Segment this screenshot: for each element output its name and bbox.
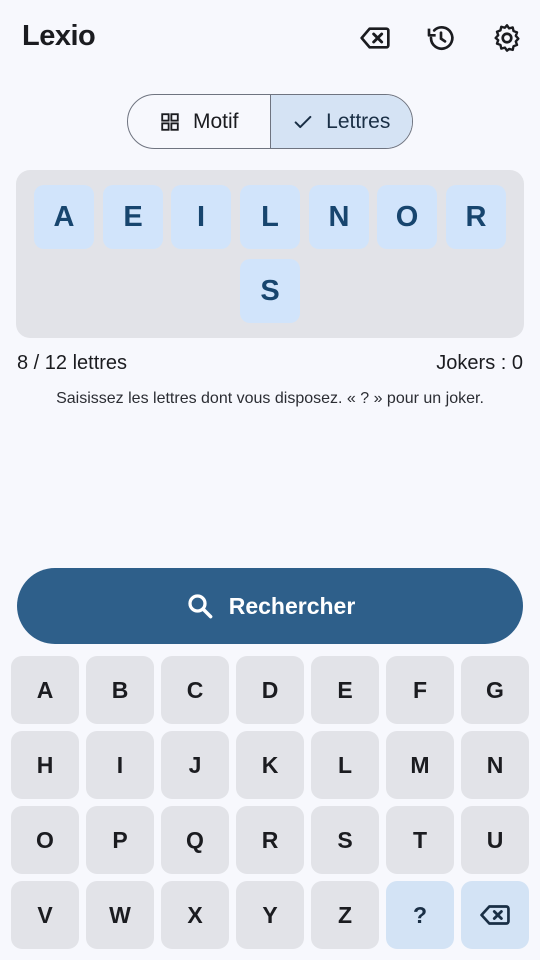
key-a[interactable]: A (11, 656, 79, 724)
search-icon (188, 594, 213, 619)
top-app-bar: Lexio (0, 0, 540, 76)
key-w[interactable]: W (86, 881, 154, 949)
key-p[interactable]: P (86, 806, 154, 874)
key-i[interactable]: I (86, 731, 154, 799)
tab-motif[interactable]: Motif (128, 95, 270, 148)
check-icon (294, 115, 312, 128)
key-g[interactable]: G (461, 656, 529, 724)
on-screen-keyboard: A B C D E F G H I J K L M N O P Q R S T … (10, 655, 530, 951)
history-button[interactable] (422, 19, 460, 57)
backspace-icon (480, 905, 510, 925)
tab-lettres-label: Lettres (326, 109, 391, 133)
app-title: Lexio (22, 20, 96, 52)
key-f[interactable]: F (386, 656, 454, 724)
key-t[interactable]: T (386, 806, 454, 874)
key-h[interactable]: H (11, 731, 79, 799)
key-m[interactable]: M (386, 731, 454, 799)
letter-tile[interactable]: A (34, 185, 94, 249)
letter-tile[interactable]: N (309, 185, 369, 249)
key-k[interactable]: K (236, 731, 304, 799)
key-d[interactable]: D (236, 656, 304, 724)
key-x[interactable]: X (161, 881, 229, 949)
key-y[interactable]: Y (236, 881, 304, 949)
tab-motif-label: Motif (192, 109, 239, 133)
joker-count: Jokers : 0 (436, 352, 523, 374)
key-s[interactable]: S (311, 806, 379, 874)
key-n[interactable]: N (461, 731, 529, 799)
key-r[interactable]: R (236, 806, 304, 874)
letter-tile[interactable]: E (103, 185, 163, 249)
key-u[interactable]: U (461, 806, 529, 874)
settings-gear-icon (494, 24, 520, 52)
key-l[interactable]: L (311, 731, 379, 799)
letter-count: 8 / 12 lettres (17, 352, 128, 374)
key-b[interactable]: B (86, 656, 154, 724)
letters-panel: A E I L N O R S (16, 170, 524, 338)
letter-tile[interactable]: I (171, 185, 231, 249)
key-o[interactable]: O (11, 806, 79, 874)
key-joker[interactable]: ? (386, 881, 454, 949)
key-z[interactable]: Z (311, 881, 379, 949)
letter-tile[interactable]: S (240, 259, 300, 323)
letter-tile[interactable]: O (377, 185, 437, 249)
key-e[interactable]: E (311, 656, 379, 724)
grid-icon (161, 112, 179, 131)
key-j[interactable]: J (161, 731, 229, 799)
key-c[interactable]: C (161, 656, 229, 724)
key-v[interactable]: V (11, 881, 79, 949)
letter-tile[interactable]: L (240, 185, 300, 249)
backspace-clear-icon (360, 27, 390, 49)
letter-tile[interactable]: R (446, 185, 506, 249)
tab-lettres[interactable]: Lettres (269, 95, 412, 148)
search-button-label: Rechercher (228, 592, 356, 619)
mode-toggle: Motif Lettres (127, 94, 413, 149)
search-button[interactable]: Rechercher (17, 568, 523, 644)
key-backspace[interactable] (461, 881, 529, 949)
clear-letters-button[interactable] (356, 19, 394, 57)
settings-button[interactable] (488, 19, 526, 57)
hint-text: Saisissez les lettres dont vous disposez… (56, 390, 484, 407)
key-q[interactable]: Q (161, 806, 229, 874)
history-icon (427, 26, 454, 50)
